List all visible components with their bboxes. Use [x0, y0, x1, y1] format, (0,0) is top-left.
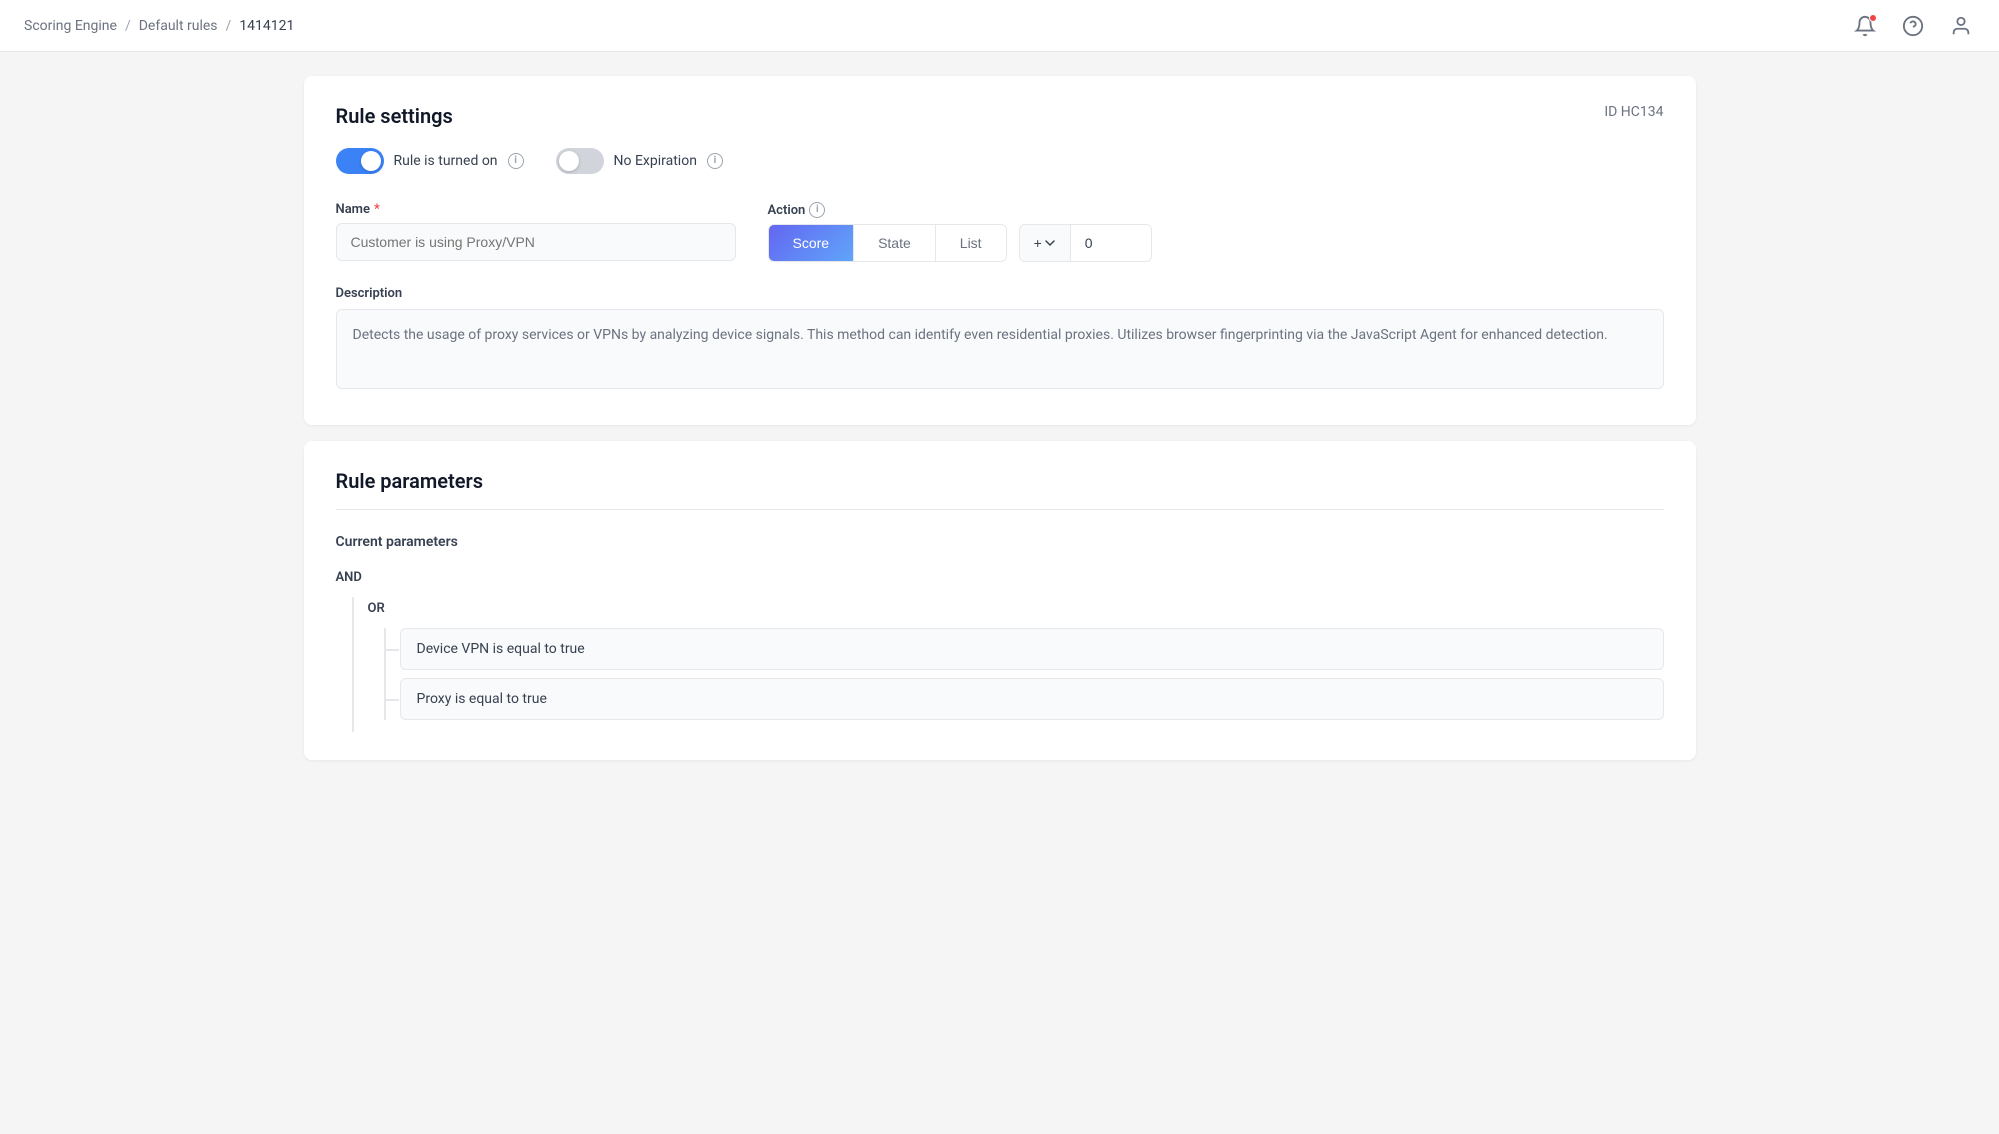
condition-1[interactable]: Device VPN is equal to true — [400, 628, 1664, 670]
action-label: Action i — [768, 202, 1664, 218]
and-node: AND OR Device VPN is equal to true Proxy… — [336, 566, 1664, 732]
help-icon[interactable] — [1899, 12, 1927, 40]
current-parameters-title: Current parameters — [336, 534, 1664, 550]
no-expiration-toggle[interactable] — [556, 148, 604, 174]
rule-on-info-icon[interactable]: i — [508, 153, 524, 169]
main-content: Rule settings ID HC134 Rule is turned on… — [280, 52, 1720, 800]
no-expiration-label: No Expiration — [614, 153, 697, 169]
modifier-button[interactable]: + — [1020, 225, 1071, 261]
description-text: Detects the usage of proxy services or V… — [336, 309, 1664, 389]
tab-list[interactable]: List — [936, 225, 1006, 261]
action-tabs-row: Score State List + — [768, 224, 1664, 262]
action-tab-group: Score State List — [768, 224, 1007, 262]
or-label: OR — [368, 597, 1664, 620]
no-expiration-info-icon[interactable]: i — [707, 153, 723, 169]
tab-state[interactable]: State — [854, 225, 936, 261]
breadcrumb-default-rules[interactable]: Default rules — [139, 18, 218, 34]
rule-parameters-card: Rule parameters Current parameters AND O… — [304, 441, 1696, 760]
top-navigation: Scoring Engine / Default rules / 1414121 — [0, 0, 1999, 52]
score-modifier-group: + — [1019, 224, 1152, 262]
breadcrumb-rule-id: 1414121 — [239, 18, 294, 34]
name-field-group: Name * — [336, 202, 736, 262]
no-expiration-toggle-item: No Expiration i — [556, 148, 723, 174]
card-header: Rule settings ID HC134 — [336, 104, 1664, 148]
rule-on-label: Rule is turned on — [394, 153, 498, 169]
action-info-icon[interactable]: i — [809, 202, 825, 218]
description-group: Description Detects the usage of proxy s… — [336, 286, 1664, 389]
nav-icons — [1851, 12, 1975, 40]
notifications-icon[interactable] — [1851, 12, 1879, 40]
modifier-symbol: + — [1034, 235, 1042, 251]
or-children: Device VPN is equal to true Proxy is equ… — [368, 628, 1664, 720]
breadcrumb-sep-1: / — [125, 18, 131, 34]
and-children: OR Device VPN is equal to true Proxy is … — [336, 597, 1664, 732]
tab-score[interactable]: Score — [769, 225, 855, 261]
name-label: Name * — [336, 202, 736, 217]
rule-on-toggle-item: Rule is turned on i — [336, 148, 524, 174]
name-input[interactable] — [336, 223, 736, 261]
and-label: AND — [336, 566, 1664, 589]
breadcrumb: Scoring Engine / Default rules / 1414121 — [24, 18, 294, 34]
rule-parameters-title: Rule parameters — [336, 469, 1664, 493]
toggle-row: Rule is turned on i No Expiration i — [336, 148, 1664, 174]
rule-id-badge: ID HC134 — [1604, 104, 1663, 120]
description-label: Description — [336, 286, 1664, 301]
notification-dot — [1869, 14, 1877, 22]
rule-settings-card: Rule settings ID HC134 Rule is turned on… — [304, 76, 1696, 425]
logic-tree: AND OR Device VPN is equal to true Proxy… — [336, 566, 1664, 732]
or-node: OR Device VPN is equal to true Proxy is … — [368, 597, 1664, 720]
user-icon[interactable] — [1947, 12, 1975, 40]
name-action-row: Name * Action i Score State List — [336, 202, 1664, 262]
rule-settings-title: Rule settings — [336, 104, 453, 128]
rule-on-toggle[interactable] — [336, 148, 384, 174]
action-field-group: Action i Score State List + — [768, 202, 1664, 262]
required-star: * — [374, 202, 380, 217]
breadcrumb-scoring-engine[interactable]: Scoring Engine — [24, 18, 117, 34]
score-input[interactable] — [1071, 225, 1151, 261]
divider — [336, 509, 1664, 510]
breadcrumb-sep-2: / — [226, 18, 232, 34]
condition-2[interactable]: Proxy is equal to true — [400, 678, 1664, 720]
